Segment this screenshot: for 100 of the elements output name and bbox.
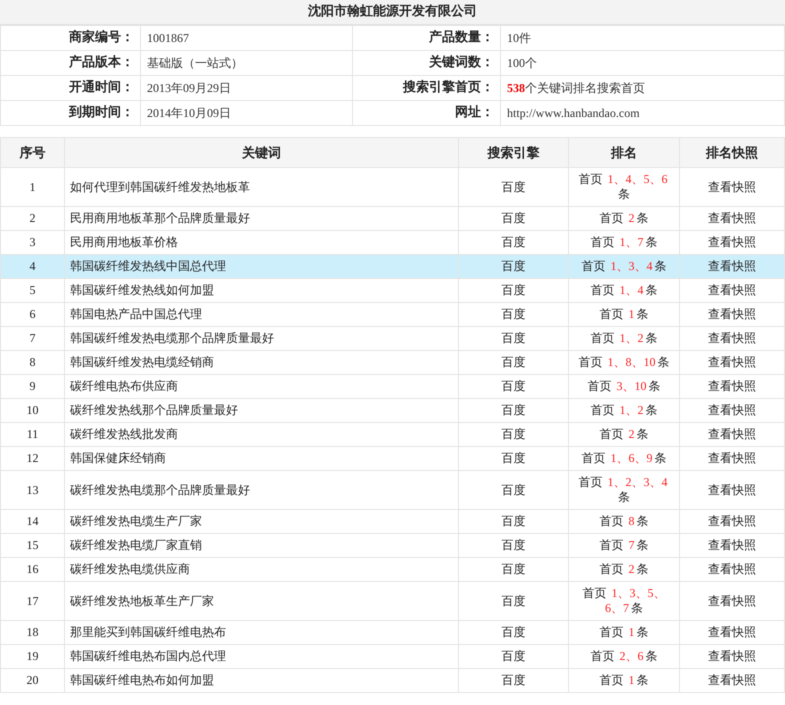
snapshot-link[interactable]: 查看快照	[680, 582, 784, 620]
row-number: 17	[0, 582, 64, 620]
snapshot-link[interactable]: 查看快照	[680, 620, 784, 644]
snapshot-link[interactable]: 查看快照	[680, 254, 784, 278]
table-row[interactable]: 9 碳纤维电热布供应商 百度 首页 3、10 条 查看快照	[0, 374, 784, 398]
field-value: 1001867	[140, 26, 352, 50]
engine-cell: 百度	[458, 668, 568, 692]
table-row[interactable]: 4 韩国碳纤维发热线中国总代理 百度 首页 1、3、4 条 查看快照	[0, 254, 784, 278]
field-label: 搜索引擎首页：	[352, 76, 500, 100]
table-row[interactable]: 1 如何代理到韩国碳纤维发热地板革 百度 首页 1、4、5、6 条 查看快照	[0, 168, 784, 206]
snapshot-link[interactable]: 查看快照	[680, 398, 784, 422]
keyword-cell: 碳纤维发热电缆生产厂家	[64, 510, 458, 534]
rank-cell: 首页 2 条	[568, 206, 680, 230]
table-row[interactable]: 12 韩国保健床经销商 百度 首页 1、6、9 条 查看快照	[0, 446, 784, 470]
keyword-cell: 韩国碳纤维发热电缆那个品牌质量最好	[64, 326, 458, 350]
company-title: 沈阳市翰虹能源开发有限公司	[0, 0, 785, 25]
rank-cell: 首页 1、3、4 条	[568, 254, 680, 278]
field-label: 商家编号：	[0, 26, 140, 50]
row-number: 5	[0, 278, 64, 302]
column-header: 序号	[0, 138, 64, 168]
engine-cell: 百度	[458, 206, 568, 230]
rank-cell: 首页 1、8、10 条	[568, 350, 680, 374]
row-number: 9	[0, 374, 64, 398]
engine-cell: 百度	[458, 350, 568, 374]
field-label: 产品版本：	[0, 50, 140, 76]
snapshot-link[interactable]: 查看快照	[680, 668, 784, 692]
engine-cell: 百度	[458, 254, 568, 278]
snapshot-link[interactable]: 查看快照	[680, 510, 784, 534]
snapshot-link[interactable]: 查看快照	[680, 302, 784, 326]
rank-cell: 首页 1、3、5、6、7 条	[568, 582, 680, 620]
engine-cell: 百度	[458, 302, 568, 326]
snapshot-link[interactable]: 查看快照	[680, 326, 784, 350]
snapshot-link[interactable]: 查看快照	[680, 534, 784, 558]
keyword-cell: 韩国碳纤维发热线中国总代理	[64, 254, 458, 278]
field-value: 2014年10月09日	[140, 100, 352, 126]
snapshot-link[interactable]: 查看快照	[680, 168, 784, 206]
column-header: 关键词	[64, 138, 458, 168]
table-row[interactable]: 13 碳纤维发热电缆那个品牌质量最好 百度 首页 1、2、3、4 条 查看快照	[0, 470, 784, 510]
snapshot-link[interactable]: 查看快照	[680, 446, 784, 470]
keyword-cell: 碳纤维发热线批发商	[64, 422, 458, 446]
keyword-cell: 碳纤维发热线那个品牌质量最好	[64, 398, 458, 422]
row-number: 6	[0, 302, 64, 326]
column-header: 搜索引擎	[458, 138, 568, 168]
snapshot-link[interactable]: 查看快照	[680, 422, 784, 446]
engine-cell: 百度	[458, 168, 568, 206]
field-value: 538个关键词排名搜索首页	[500, 76, 784, 100]
engine-cell: 百度	[458, 582, 568, 620]
table-row[interactable]: 8 韩国碳纤维发热电缆经销商 百度 首页 1、8、10 条 查看快照	[0, 350, 784, 374]
rank-cell: 首页 1、6、9 条	[568, 446, 680, 470]
keyword-cell: 碳纤维电热布供应商	[64, 374, 458, 398]
engine-cell: 百度	[458, 558, 568, 582]
rank-cell: 首页 1、4 条	[568, 278, 680, 302]
table-row[interactable]: 2 民用商用地板革那个品牌质量最好 百度 首页 2 条 查看快照	[0, 206, 784, 230]
engine-cell: 百度	[458, 278, 568, 302]
snapshot-link[interactable]: 查看快照	[680, 558, 784, 582]
engine-cell: 百度	[458, 620, 568, 644]
keyword-cell: 碳纤维发热地板革生产厂家	[64, 582, 458, 620]
row-number: 16	[0, 558, 64, 582]
table-row[interactable]: 17 碳纤维发热地板革生产厂家 百度 首页 1、3、5、6、7 条 查看快照	[0, 582, 784, 620]
field-value: 基础版（一站式）	[140, 50, 352, 76]
snapshot-link[interactable]: 查看快照	[680, 374, 784, 398]
engine-cell: 百度	[458, 374, 568, 398]
table-row[interactable]: 14 碳纤维发热电缆生产厂家 百度 首页 8 条 查看快照	[0, 510, 784, 534]
row-number: 11	[0, 422, 64, 446]
snapshot-link[interactable]: 查看快照	[680, 644, 784, 668]
snapshot-link[interactable]: 查看快照	[680, 278, 784, 302]
row-number: 18	[0, 620, 64, 644]
keyword-cell: 韩国碳纤维电热布如何加盟	[64, 668, 458, 692]
engine-cell: 百度	[458, 644, 568, 668]
rank-cell: 首页 2 条	[568, 422, 680, 446]
field-value: 100个	[500, 50, 784, 76]
table-row[interactable]: 7 韩国碳纤维发热电缆那个品牌质量最好 百度 首页 1、2 条 查看快照	[0, 326, 784, 350]
table-row[interactable]: 11 碳纤维发热线批发商 百度 首页 2 条 查看快照	[0, 422, 784, 446]
engine-cell: 百度	[458, 398, 568, 422]
field-label: 到期时间：	[0, 100, 140, 126]
row-number: 14	[0, 510, 64, 534]
keyword-cell: 韩国碳纤维电热布国内总代理	[64, 644, 458, 668]
row-number: 12	[0, 446, 64, 470]
table-row[interactable]: 19 韩国碳纤维电热布国内总代理 百度 首页 2、6 条 查看快照	[0, 644, 784, 668]
table-row[interactable]: 20 韩国碳纤维电热布如何加盟 百度 首页 1 条 查看快照	[0, 668, 784, 692]
rank-cell: 首页 1、2 条	[568, 326, 680, 350]
table-row[interactable]: 10 碳纤维发热线那个品牌质量最好 百度 首页 1、2 条 查看快照	[0, 398, 784, 422]
table-row[interactable]: 18 那里能买到韩国碳纤维电热布 百度 首页 1 条 查看快照	[0, 620, 784, 644]
row-number: 1	[0, 168, 64, 206]
rank-cell: 首页 2 条	[568, 558, 680, 582]
field-value: 2013年09月29日	[140, 76, 352, 100]
snapshot-link[interactable]: 查看快照	[680, 206, 784, 230]
snapshot-link[interactable]: 查看快照	[680, 350, 784, 374]
row-number: 7	[0, 326, 64, 350]
rank-cell: 首页 1、4、5、6 条	[568, 168, 680, 206]
keyword-cell: 碳纤维发热电缆那个品牌质量最好	[64, 470, 458, 510]
table-row[interactable]: 5 韩国碳纤维发热线如何加盟 百度 首页 1、4 条 查看快照	[0, 278, 784, 302]
table-row[interactable]: 16 碳纤维发热电缆供应商 百度 首页 2 条 查看快照	[0, 558, 784, 582]
rank-cell: 首页 3、10 条	[568, 374, 680, 398]
table-row[interactable]: 6 韩国电热产品中国总代理 百度 首页 1 条 查看快照	[0, 302, 784, 326]
engine-cell: 百度	[458, 422, 568, 446]
snapshot-link[interactable]: 查看快照	[680, 470, 784, 510]
table-row[interactable]: 15 碳纤维发热电缆厂家直销 百度 首页 7 条 查看快照	[0, 534, 784, 558]
rank-cell: 首页 8 条	[568, 510, 680, 534]
field-label: 开通时间：	[0, 76, 140, 100]
